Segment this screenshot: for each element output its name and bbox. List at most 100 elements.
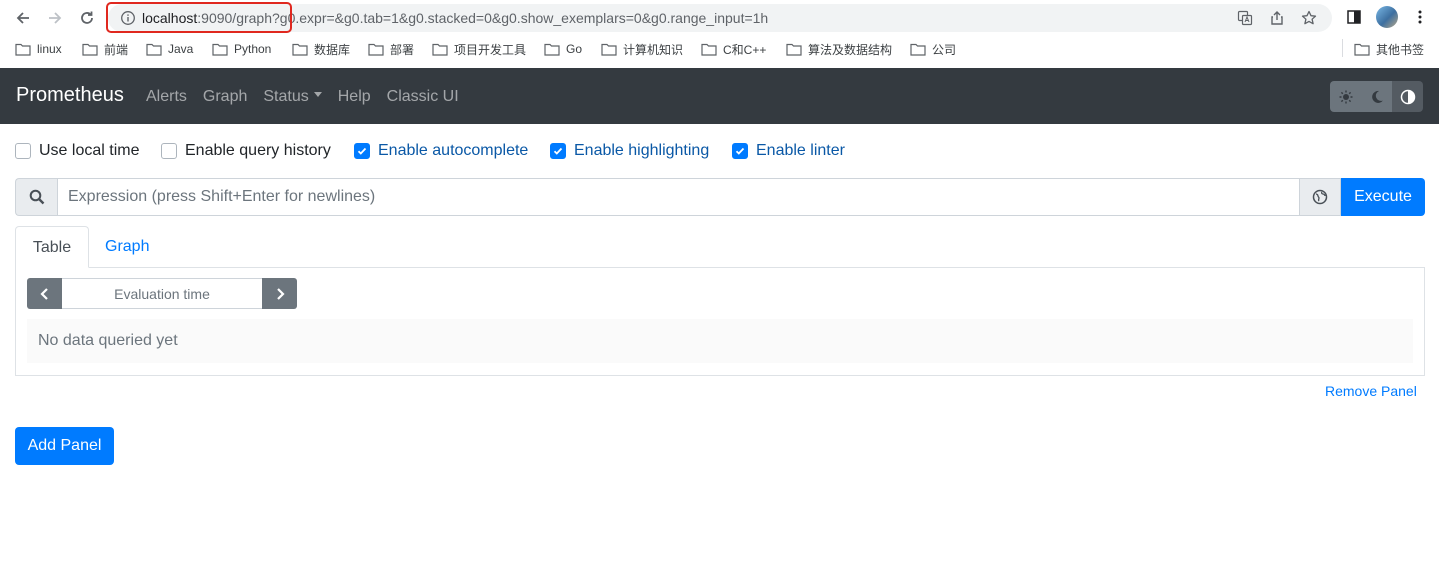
theme-toggle-group bbox=[1330, 81, 1423, 112]
bookmark-label: Java bbox=[168, 42, 194, 56]
caret-down-icon bbox=[313, 92, 322, 98]
chevron-left-icon[interactable] bbox=[27, 278, 62, 309]
checkbox-checked[interactable] bbox=[354, 143, 370, 159]
dark-theme-moon-icon[interactable] bbox=[1361, 81, 1392, 112]
bookmark-label: 计算机知识 bbox=[623, 42, 684, 57]
folder-icon bbox=[146, 43, 162, 56]
enable-highlighting-checkbox[interactable]: Enable highlighting bbox=[550, 141, 709, 161]
folder-icon bbox=[910, 43, 926, 56]
folder-icon bbox=[212, 43, 228, 56]
checkbox-checked[interactable] bbox=[732, 143, 748, 159]
folder-icon bbox=[544, 43, 560, 56]
use-local-time-checkbox[interactable]: Use local time bbox=[15, 141, 139, 161]
enable-autocomplete-checkbox[interactable]: Enable autocomplete bbox=[354, 141, 528, 161]
bookmark-folder[interactable]: 前端 bbox=[82, 41, 128, 57]
other-bookmarks[interactable]: 其他书签 bbox=[1354, 41, 1424, 57]
checkbox-label: Enable highlighting bbox=[574, 142, 710, 159]
auto-theme-contrast-icon[interactable] bbox=[1392, 81, 1423, 112]
checkbox-checked[interactable] bbox=[550, 143, 566, 159]
metrics-explorer-globe-icon[interactable] bbox=[1300, 178, 1341, 216]
remove-panel-link[interactable]: Remove Panel bbox=[1325, 383, 1417, 399]
enable-query-history-checkbox[interactable]: Enable query history bbox=[161, 141, 331, 161]
bookmark-folder[interactable]: linux bbox=[15, 41, 62, 57]
reload-icon[interactable] bbox=[74, 6, 100, 30]
nav-status-dropdown[interactable]: Status bbox=[263, 87, 322, 107]
checkbox-label: Use local time bbox=[39, 142, 140, 159]
folder-icon bbox=[82, 43, 98, 56]
bookmark-folder[interactable]: C和C++ bbox=[701, 41, 766, 57]
folder-icon bbox=[15, 43, 31, 56]
light-theme-sun-icon[interactable] bbox=[1330, 81, 1361, 112]
checkbox-unchecked[interactable] bbox=[161, 143, 177, 159]
nav-alerts[interactable]: Alerts bbox=[146, 87, 187, 107]
bookmark-folder[interactable]: Python bbox=[212, 41, 271, 57]
folder-icon bbox=[1354, 43, 1370, 56]
bookmark-folder[interactable]: 计算机知识 bbox=[601, 41, 683, 57]
bookmark-label: 项目开发工具 bbox=[454, 42, 527, 57]
tab-graph[interactable]: Graph bbox=[89, 226, 165, 268]
bookmark-label: 其他书签 bbox=[1376, 42, 1425, 57]
tab-table[interactable]: Table bbox=[15, 226, 89, 268]
execute-button[interactable]: Execute bbox=[1341, 178, 1425, 216]
nav-links: Alerts Graph Status Help Classic UI bbox=[146, 87, 459, 107]
side-panel-icon[interactable] bbox=[1344, 6, 1364, 28]
nav-graph[interactable]: Graph bbox=[203, 87, 247, 107]
browser-nav-buttons bbox=[10, 6, 100, 30]
expression-input[interactable] bbox=[57, 178, 1300, 216]
folder-icon bbox=[786, 43, 802, 56]
bookmark-label: 部署 bbox=[390, 42, 415, 57]
profile-avatar[interactable] bbox=[1376, 6, 1398, 28]
checkbox-label: Enable autocomplete bbox=[378, 142, 529, 159]
folder-icon bbox=[601, 43, 617, 56]
bookmark-label: 前端 bbox=[104, 42, 129, 57]
evaluation-time-input[interactable] bbox=[62, 278, 262, 309]
check-icon bbox=[357, 147, 367, 155]
nav-classic-ui[interactable]: Classic UI bbox=[387, 87, 459, 107]
bookmark-folder[interactable]: 项目开发工具 bbox=[432, 41, 526, 57]
check-icon bbox=[735, 147, 745, 155]
no-data-message: No data queried yet bbox=[27, 319, 1413, 363]
bookmarks-separator bbox=[1342, 39, 1343, 57]
bookmark-folder[interactable]: 公司 bbox=[910, 41, 956, 57]
bookmarks-bar: linux 前端 Java Python 数据库 部署 项目开发工具 Go 计算… bbox=[0, 38, 1439, 60]
more-menu-icon[interactable] bbox=[1410, 6, 1430, 28]
bookmark-folder[interactable]: 部署 bbox=[368, 41, 414, 57]
back-arrow-icon[interactable] bbox=[10, 6, 36, 30]
expression-row: Execute bbox=[15, 178, 1425, 216]
forward-arrow-icon[interactable] bbox=[42, 6, 68, 30]
bookmark-folder[interactable]: 数据库 bbox=[292, 41, 350, 57]
table-panel: No data queried yet bbox=[15, 267, 1425, 376]
folder-icon bbox=[432, 43, 448, 56]
translate-icon[interactable] bbox=[1236, 9, 1254, 27]
bookmark-label: 数据库 bbox=[314, 42, 351, 57]
bookmark-label: Python bbox=[234, 42, 272, 56]
search-icon bbox=[15, 178, 57, 216]
bookmark-label: 算法及数据结构 bbox=[808, 42, 893, 57]
panel-tabs: Table Graph bbox=[15, 226, 1425, 268]
bookmark-folder[interactable]: 算法及数据结构 bbox=[786, 41, 892, 57]
add-panel-button[interactable]: Add Panel bbox=[15, 427, 114, 465]
url-highlight-box bbox=[106, 2, 292, 33]
url-query: ?g0.expr=&g0.tab=1&g0.stacked=0&g0.show_… bbox=[272, 10, 769, 26]
folder-icon bbox=[701, 43, 717, 56]
check-icon bbox=[553, 147, 563, 155]
browser-right-controls bbox=[1344, 6, 1430, 28]
bookmark-folder[interactable]: Go bbox=[544, 41, 582, 57]
checkbox-label: Enable query history bbox=[185, 142, 331, 159]
checkbox-unchecked[interactable] bbox=[15, 143, 31, 159]
bookmark-label: 公司 bbox=[932, 42, 957, 57]
nav-help[interactable]: Help bbox=[338, 87, 371, 107]
bookmark-label: C和C++ bbox=[723, 42, 767, 57]
checkbox-label: Enable linter bbox=[756, 142, 845, 159]
bookmark-folder[interactable]: Java bbox=[146, 41, 193, 57]
bookmark-label: Go bbox=[566, 42, 583, 56]
enable-linter-checkbox[interactable]: Enable linter bbox=[732, 141, 845, 161]
chevron-right-icon[interactable] bbox=[262, 278, 297, 309]
nav-status-label: Status bbox=[263, 88, 309, 105]
brand-logo[interactable]: Prometheus bbox=[16, 83, 124, 107]
folder-icon bbox=[292, 43, 308, 56]
folder-icon bbox=[368, 43, 384, 56]
share-icon[interactable] bbox=[1268, 9, 1286, 27]
bookmark-star-icon[interactable] bbox=[1300, 9, 1318, 27]
omnibox-actions bbox=[1236, 9, 1318, 27]
